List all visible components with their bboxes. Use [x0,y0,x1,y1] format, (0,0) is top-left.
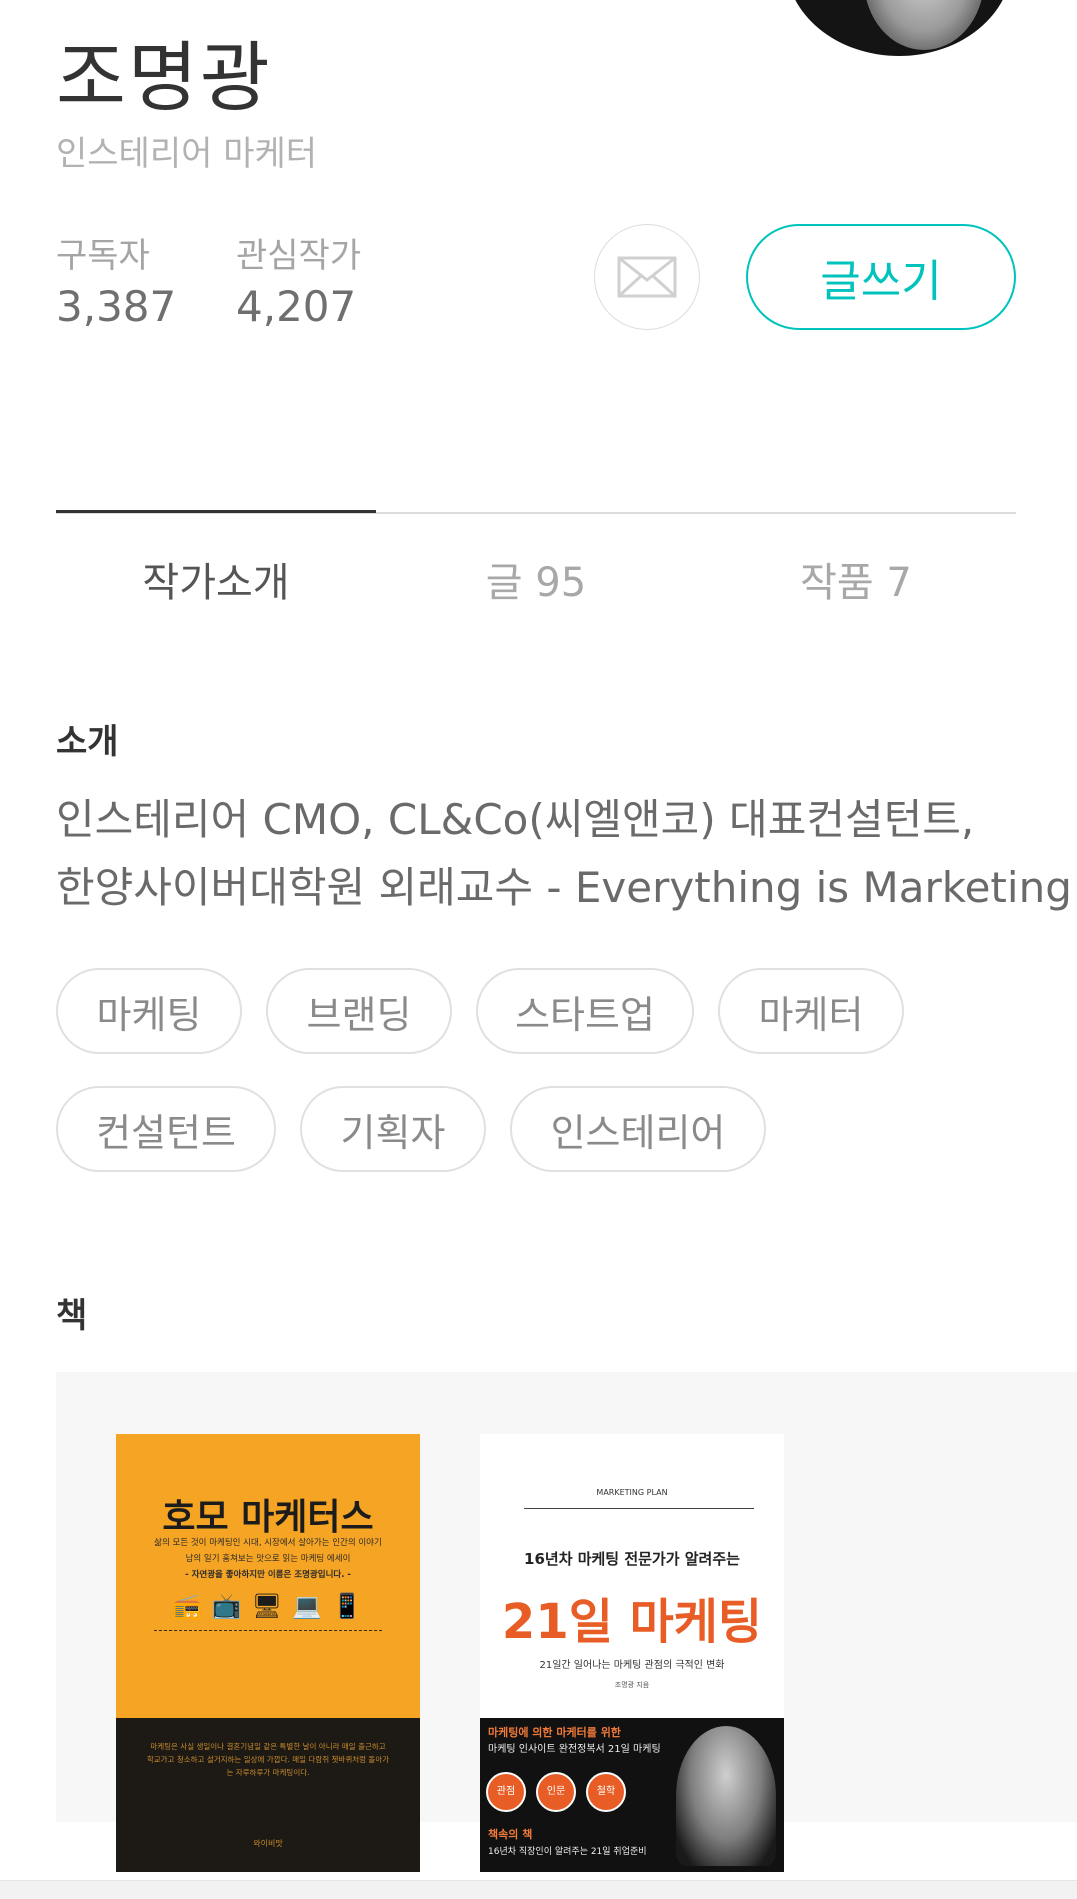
book-cover-21-day-marketing[interactable]: MARKETING PLAN 16년차 마케팅 전문가가 알려주는 21일 마케… [480,1434,784,1872]
author-name: 조명광 [56,33,272,122]
tag-branding[interactable]: 브랜딩 [266,968,452,1054]
device-icons: 📻📺🖥💻📱 [172,1592,372,1620]
book1-arrow-line [154,1630,382,1631]
mail-icon [617,256,677,298]
write-button[interactable]: 글쓰기 [746,224,1016,330]
book2-subtitle: 16년차 마케팅 전문가가 알려주는 [524,1550,740,1568]
subscribers-count[interactable]: 3,387 [56,282,176,331]
book2-banner-4: 16년차 직장인이 알려주는 21일 취업준비 [488,1847,647,1857]
keyword-circle: 관점 [486,1772,526,1812]
intro-text: 인스테리어 CMO, CL&Co(씨엘앤코) 대표컨설턴트, 한양사이버대학원 … [56,786,1072,922]
book1-tagline-2: 남의 일기 훔쳐보는 맛으로 읽는 마케팅 에세이 [185,1554,351,1564]
intro-line-2: 한양사이버대학원 외래교수 - Everything is Marketing [56,863,1072,912]
tag-instarior[interactable]: 인스테리어 [510,1086,766,1172]
book1-title: 호모 마케터스 [162,1497,374,1538]
book1-blurb: 마케팅은 사실 생일이나 결혼기념일 같은 특별한 날이 아니라 매일 출근하고… [146,1742,390,1777]
book2-description: 21일간 일어나는 마케팅 관점의 극적인 변화 [539,1660,725,1671]
intro-line-1: 인스테리어 CMO, CL&Co(씨엘앤코) 대표컨설턴트, [56,795,975,844]
tab-posts[interactable]: 글 95 [376,550,696,608]
tab-works[interactable]: 작품 7 [696,550,1016,608]
profile-avatar [786,0,1012,56]
keyword-circle: 철학 [586,1772,626,1812]
tag-consultant[interactable]: 컨설턴트 [56,1086,276,1172]
book2-keyword-circles: 관점 인문 철학 [486,1772,636,1812]
tag-planner[interactable]: 기획자 [300,1086,486,1172]
book2-banner-2: 마케팅 인사이트 완전정복서 21일 마케팅 [488,1744,661,1755]
book2-author: 조명광 지음 [614,1681,650,1689]
tab-author-intro[interactable]: 작가소개 [56,550,376,608]
book2-banner-3: 책속의 책 [488,1828,533,1841]
keyword-circle: 인문 [536,1772,576,1812]
book-cover-homo-marketers[interactable]: 호모 마케터스 삶의 모든 것이 마케팅인 시대, 시장에서 살아가는 인간의 … [116,1434,420,1872]
following-count[interactable]: 4,207 [236,282,356,331]
book2-title: 21일 마케팅 [501,1594,763,1650]
author-subtitle: 인스테리어 마케터 [56,134,318,174]
book1-tagline-3: - 자연광을 좋아하지만 이름은 조명광입니다. - [185,1570,351,1580]
book2-banner-1: 마케팅에 의한 마케터를 위한 [488,1726,621,1739]
intro-heading: 소개 [56,722,119,762]
book2-plan-line [524,1508,754,1509]
message-button[interactable] [594,224,700,330]
book1-tagline-1: 삶의 모든 것이 마케팅인 시대, 시장에서 살아가는 인간의 이야기 [154,1538,382,1548]
following-label: 관심작가 [236,236,362,276]
tag-marketer[interactable]: 마케터 [718,968,904,1054]
tag-marketing[interactable]: 마케팅 [56,968,242,1054]
book1-bottom-band: 마케팅은 사실 생일이나 결혼기념일 같은 특별한 날이 아니라 매일 출근하고… [116,1718,420,1872]
bottom-bar [0,1880,1077,1899]
avatar-photo [864,0,984,50]
book2-plan-label: MARKETING PLAN [596,1488,668,1497]
tag-startup[interactable]: 스타트업 [476,968,694,1054]
books-heading: 책 [56,1296,88,1336]
active-tab-indicator [56,510,376,513]
book1-publisher: 와이비맛 [253,1839,283,1848]
subscribers-label: 구독자 [56,236,150,276]
author-photo [676,1726,776,1866]
